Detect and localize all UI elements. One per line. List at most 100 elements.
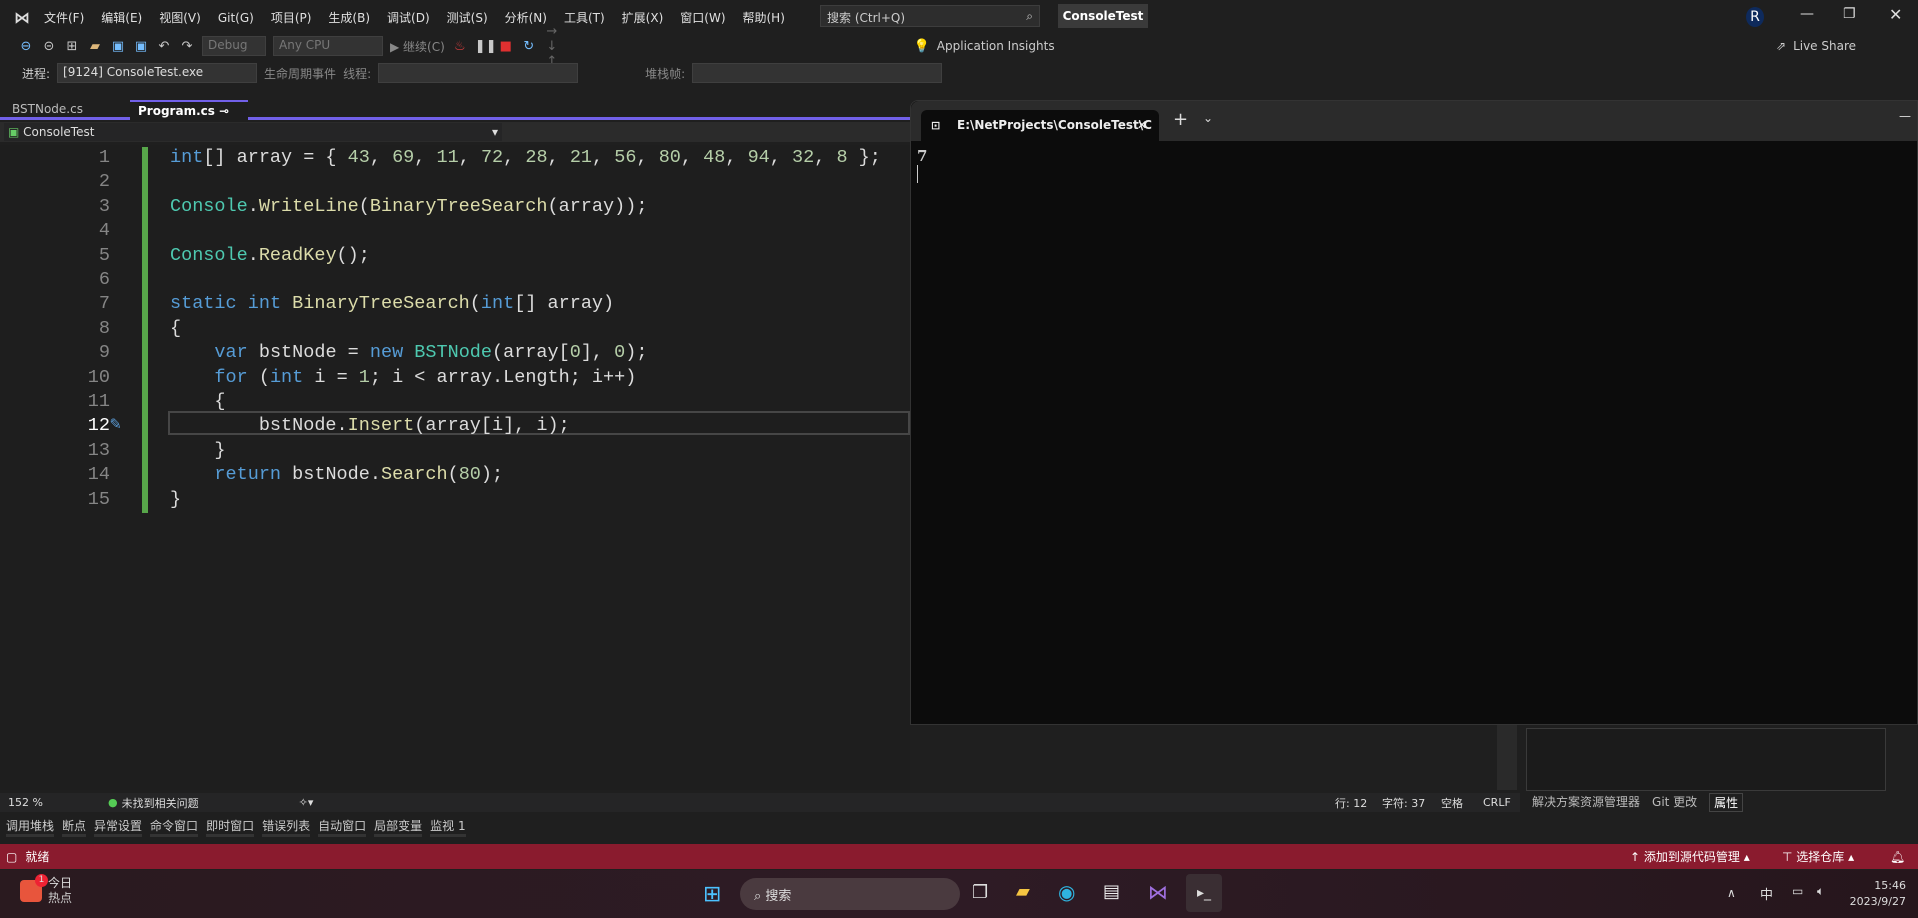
platform-dropdown[interactable]: Any CPU [273, 36, 383, 56]
code-line[interactable]: var bstNode = new BSTNode(array[0], 0); [170, 342, 647, 363]
menu-item[interactable]: 视图(V) [159, 11, 201, 25]
share-icon: ⇗ [1776, 39, 1787, 53]
save-all-icon[interactable]: ▣ [133, 39, 149, 54]
live-share-label: Live Share [1793, 39, 1857, 53]
restart-icon[interactable]: ↻ [521, 39, 537, 54]
terminal-tab[interactable]: ⊡ E:\NetProjects\ConsoleTest\C ✕ [921, 110, 1159, 141]
terminal-app-icon[interactable]: ▸_ [1186, 874, 1222, 912]
menu-item[interactable]: 扩展(X) [622, 11, 664, 25]
news-widget[interactable]: 1 今日 热点 [20, 874, 72, 906]
network-icon[interactable]: ▭ [1792, 884, 1803, 898]
code-line[interactable]: return bstNode.Search(80); [170, 464, 503, 485]
tab-program[interactable]: Program.cs ⊸ ✕ [130, 100, 248, 137]
start-icon[interactable]: ⊞ [703, 882, 721, 907]
code-line[interactable]: Console.WriteLine(BinaryTreeSearch(array… [170, 196, 647, 217]
indent-mode[interactable]: 空格 [1441, 795, 1463, 811]
menu-item[interactable]: 帮助(H) [743, 11, 785, 25]
visual-studio-icon[interactable]: ⋈ [1148, 880, 1168, 904]
lifecycle-events[interactable]: 生命周期事件 [264, 65, 336, 82]
zoom-level[interactable]: 152 % [8, 796, 68, 809]
restore-button[interactable]: ❐ [1843, 6, 1856, 22]
menu-item[interactable]: 调试(D) [387, 11, 430, 25]
code-line[interactable]: for (int i = 1; i < array.Length; i++) [170, 367, 636, 388]
pin-icon[interactable]: ⊸ [219, 104, 229, 118]
close-window-button[interactable]: ✕ [1889, 5, 1902, 24]
bottom-tab[interactable]: 局部变量 [374, 817, 423, 837]
scope-dropdown[interactable]: ▣ ConsoleTest ▾ [4, 123, 502, 141]
bottom-tab[interactable]: 监视 1 [430, 817, 466, 837]
edit-icon: ✎ [110, 415, 121, 435]
close-terminal-tab-icon[interactable]: ✕ [1137, 110, 1147, 141]
pause-icon[interactable]: ❚❚ [475, 39, 497, 54]
task-view-icon[interactable]: ❐ [972, 882, 988, 903]
tray-chevron-icon[interactable]: ∧ [1727, 886, 1736, 900]
redo-icon[interactable]: ↷ [179, 39, 195, 54]
minimize-button[interactable]: — [1800, 6, 1814, 22]
code-line[interactable]: bstNode.Insert(array[i], i); [170, 415, 570, 436]
menu-item[interactable]: 文件(F) [44, 11, 84, 25]
right-panel-tab[interactable]: 属性 [1709, 793, 1744, 812]
add-source-control-button[interactable]: ↑ 添加到源代码管理 ▴ [1630, 848, 1750, 865]
new-project-icon[interactable]: ⊞ [64, 39, 80, 54]
code-line[interactable]: { [170, 391, 225, 412]
menu-item[interactable]: 生成(B) [328, 11, 370, 25]
store-icon[interactable]: ▤ [1103, 881, 1120, 902]
code-line[interactable]: } [170, 489, 181, 510]
issues-status[interactable]: 未找到相关问题 [122, 795, 199, 811]
menu-item[interactable]: 分析(N) [505, 11, 547, 25]
save-icon[interactable]: ▣ [110, 39, 126, 54]
process-dropdown[interactable]: [9124] ConsoleTest.exe [57, 63, 258, 83]
clock[interactable]: 15:46 2023/9/27 [1846, 878, 1906, 910]
notification-bell-icon[interactable]: 🔔︎ [1890, 850, 1905, 864]
file-explorer-icon[interactable]: ▰ [1016, 881, 1030, 902]
continue-button[interactable]: ▶ 继续(C) [390, 38, 445, 55]
line-endings[interactable]: CRLF [1483, 796, 1511, 809]
code-line[interactable]: Console.ReadKey(); [170, 245, 370, 266]
status-icon: ▢ [6, 849, 18, 864]
bottom-tab[interactable]: 即时窗口 [206, 817, 255, 837]
bottom-tab[interactable]: 错误列表 [262, 817, 311, 837]
menu-item[interactable]: 项目(P) [271, 11, 312, 25]
new-tab-icon[interactable]: + [1173, 109, 1188, 130]
menu-item[interactable]: 窗口(W) [680, 11, 725, 25]
code-line[interactable]: static int BinaryTreeSearch(int[] array) [170, 293, 614, 314]
bottom-tab[interactable]: 断点 [62, 817, 87, 837]
ime-indicator[interactable]: 中 [1760, 884, 1773, 903]
terminal-minimize-icon[interactable]: — [1899, 109, 1911, 123]
open-folder-icon[interactable]: ▰ [87, 39, 103, 54]
bottom-tab[interactable]: 自动窗口 [318, 817, 367, 837]
undo-icon[interactable]: ↶ [156, 39, 172, 54]
code-line[interactable]: } [170, 440, 225, 461]
dropdown-icon[interactable]: ⌄ [1203, 111, 1213, 125]
hot-reload-icon[interactable]: ♨ [452, 39, 468, 54]
forward-icon[interactable]: ⊝ [41, 39, 57, 54]
app-insights-button[interactable]: Application Insights [937, 39, 1055, 53]
cleanup-icon[interactable]: ✧▾ [299, 796, 314, 809]
bottom-tab[interactable]: 调用堆栈 [6, 817, 55, 837]
menu-item[interactable]: 工具(T) [564, 11, 605, 25]
stack-dropdown[interactable] [692, 63, 943, 83]
right-panel-tab[interactable]: Git 更改 [1652, 793, 1697, 812]
search-input[interactable]: 搜索 (Ctrl+Q) ⌕ [820, 5, 1040, 27]
menu-item[interactable]: Git(G) [218, 11, 254, 25]
volume-icon[interactable]: 🔈︎ [1817, 884, 1824, 899]
live-share-button[interactable]: ⇗ Live Share [1776, 34, 1856, 58]
code-editor[interactable]: ✎ 1 int[] array = { 43, 69, 11, 72, 28, 2… [0, 145, 910, 790]
bottom-tab[interactable]: 命令窗口 [150, 817, 199, 837]
config-dropdown[interactable]: Debug [202, 36, 266, 56]
code-line[interactable]: { [170, 318, 181, 339]
tab-bstnode[interactable]: BSTNode.cs [4, 100, 91, 120]
back-icon[interactable]: ⊖ [18, 39, 34, 54]
thread-dropdown[interactable] [378, 63, 579, 83]
menu-item[interactable]: 编辑(E) [101, 11, 142, 25]
taskbar-search[interactable]: ⌕ 搜索 [740, 878, 960, 910]
avatar[interactable]: R [1746, 7, 1764, 27]
search-icon: ⌕ [754, 889, 762, 904]
select-repo-button[interactable]: ⊤ 选择仓库 ▴ [1782, 848, 1854, 865]
bottom-tab[interactable]: 异常设置 [94, 817, 143, 837]
menu-item[interactable]: 测试(S) [447, 11, 488, 25]
code-line[interactable]: int[] array = { 43, 69, 11, 72, 28, 21, … [170, 147, 881, 168]
edge-icon[interactable]: ◉ [1058, 880, 1075, 904]
right-panel-tab[interactable]: 解决方案资源管理器 [1532, 793, 1640, 812]
stop-icon[interactable]: ■ [498, 39, 514, 54]
